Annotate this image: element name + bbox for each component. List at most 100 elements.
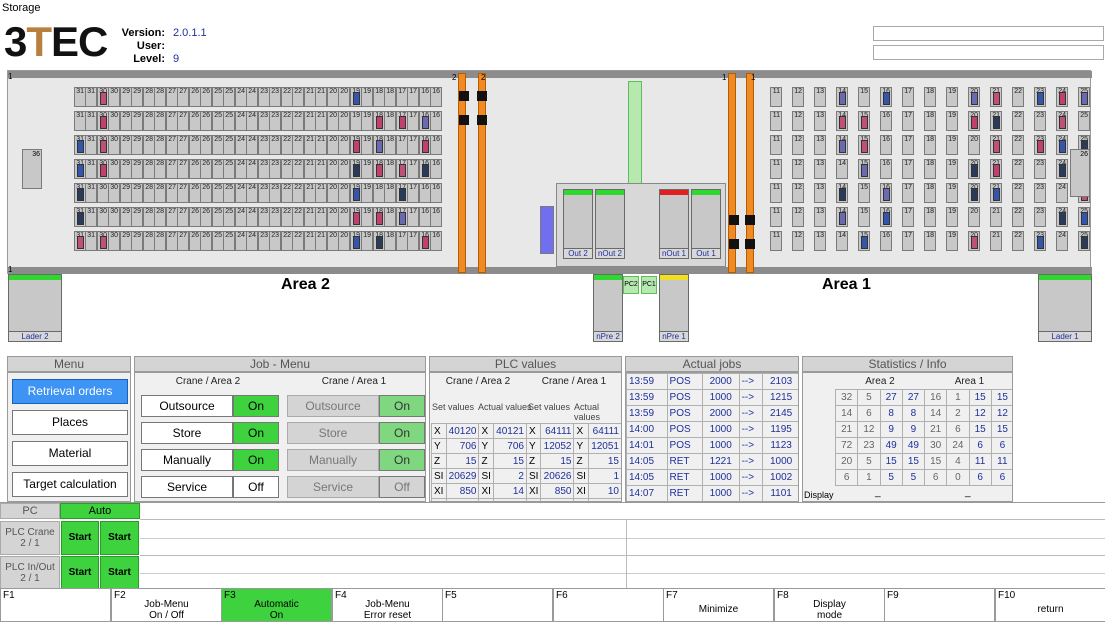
rack-cell[interactable]: 30	[108, 159, 120, 179]
rack-cell[interactable]: 16	[880, 207, 892, 227]
rack-cell[interactable]: 19	[361, 111, 373, 131]
rack-cell[interactable]: 24	[246, 135, 258, 155]
rack-cell[interactable]: 22	[1012, 111, 1024, 131]
rack-cell[interactable]: 25	[223, 231, 235, 251]
rack-cell[interactable]: 16	[880, 111, 892, 131]
rack-cell[interactable]: 31	[85, 87, 97, 107]
rack-cell[interactable]: 25	[223, 111, 235, 131]
rack-cell[interactable]: 14	[836, 231, 848, 251]
rack-cell[interactable]: 27	[177, 135, 189, 155]
rack-cell[interactable]: 12	[792, 87, 804, 107]
rack-cell[interactable]: 19	[361, 207, 373, 227]
rack-cell[interactable]: 29	[131, 183, 143, 203]
job-toggle-outsource-crane-1[interactable]: On	[379, 395, 425, 417]
rack-cell[interactable]: 17	[902, 183, 914, 203]
rack-cell[interactable]: 12	[792, 111, 804, 131]
rack-cell[interactable]: 22	[1012, 231, 1024, 251]
rack-cell[interactable]: 28	[154, 111, 166, 131]
rack-cell[interactable]: 18	[384, 111, 396, 131]
rack-cell[interactable]: 26	[200, 207, 212, 227]
rack-cell[interactable]: 21	[315, 231, 327, 251]
rack-cell[interactable]: 20	[338, 183, 350, 203]
rack-cell[interactable]: 11	[770, 111, 782, 131]
rack-cell[interactable]: 23	[1034, 111, 1046, 131]
rack-cell[interactable]: 20	[968, 159, 980, 179]
rack-cell[interactable]: 26	[200, 87, 212, 107]
rack-cell[interactable]: 16	[880, 183, 892, 203]
auto-indicator[interactable]: Auto	[60, 503, 140, 519]
rack-cell[interactable]: 22	[292, 135, 304, 155]
job-toggle-service-crane-1[interactable]: Off	[379, 476, 425, 498]
rack-cell[interactable]: 20	[338, 207, 350, 227]
rack-cell[interactable]: 12	[792, 207, 804, 227]
rack-cell[interactable]: 16	[430, 111, 442, 131]
rack-cell[interactable]: 15	[858, 87, 870, 107]
rack-cell[interactable]: 22	[292, 231, 304, 251]
job-toggle-service-crane-2[interactable]: Off	[233, 476, 279, 498]
rack-cell[interactable]: 27	[177, 111, 189, 131]
rack-cell[interactable]: 20	[338, 135, 350, 155]
rack-cell[interactable]: 17	[902, 87, 914, 107]
rack-cell[interactable]: 20	[338, 159, 350, 179]
rack-cell[interactable]: 29	[131, 207, 143, 227]
rack-cell[interactable]: 25	[1078, 231, 1090, 251]
job-toggle-manually-crane-1[interactable]: On	[379, 449, 425, 471]
rack-cell[interactable]: 21	[990, 231, 1002, 251]
fkey-f8[interactable]: F8 Display mode	[774, 588, 885, 622]
rack-cell[interactable]: 17	[902, 231, 914, 251]
rack-cell[interactable]: 18	[384, 207, 396, 227]
rack-cell[interactable]: 24	[246, 87, 258, 107]
rack-cell[interactable]: 22	[292, 111, 304, 131]
rack-cell[interactable]: 19	[946, 183, 958, 203]
rack-cell[interactable]: 13	[814, 183, 826, 203]
rack-cell[interactable]: 19	[361, 231, 373, 251]
rack-cell[interactable]: 19	[361, 183, 373, 203]
rack-cell[interactable]: 20	[338, 87, 350, 107]
rack-cell[interactable]: 18	[384, 135, 396, 155]
rack-cell[interactable]: 24	[1056, 207, 1068, 227]
end-slot-left[interactable]: 36	[22, 149, 42, 189]
rack-cell[interactable]: 25	[223, 87, 235, 107]
fkey-f10[interactable]: F10 return	[995, 588, 1105, 622]
rack-cell[interactable]: 22	[1012, 135, 1024, 155]
rack-cell[interactable]: 17	[407, 183, 419, 203]
rack-cell[interactable]: 31	[85, 135, 97, 155]
rack-cell[interactable]: 13	[814, 207, 826, 227]
rack-cell[interactable]: 15	[858, 135, 870, 155]
rack-cell[interactable]: 16	[880, 87, 892, 107]
rack-cell[interactable]: 21	[315, 183, 327, 203]
rack-cell[interactable]: 18	[384, 159, 396, 179]
rack-cell[interactable]: 27	[177, 231, 189, 251]
rack-cell[interactable]: 14	[836, 183, 848, 203]
storage-view[interactable]: 1 1 313131313131313131313131313130303030…	[7, 70, 1092, 274]
rack-cell[interactable]: 26	[200, 111, 212, 131]
rack-cell[interactable]: 18	[924, 231, 936, 251]
rack-cell[interactable]: 12	[792, 231, 804, 251]
rack-cell[interactable]: 29	[131, 231, 143, 251]
rack-cell[interactable]: 19	[946, 159, 958, 179]
rack-cell[interactable]: 31	[85, 207, 97, 227]
rack-cell[interactable]: 23	[269, 207, 281, 227]
rack-cell[interactable]: 11	[770, 183, 782, 203]
rack-cell[interactable]: 16	[880, 135, 892, 155]
fkey-f5[interactable]: F5	[442, 588, 553, 622]
rack-cell[interactable]: 18	[924, 159, 936, 179]
rack-cell[interactable]: 18	[924, 183, 936, 203]
rack-cell[interactable]: 11	[770, 207, 782, 227]
rack-cell[interactable]: 23	[269, 183, 281, 203]
rack-cell[interactable]: 23	[269, 87, 281, 107]
rack-cell[interactable]: 12	[792, 159, 804, 179]
rack-cell[interactable]: 17	[407, 87, 419, 107]
rack-cell[interactable]: 29	[131, 159, 143, 179]
rack-cell[interactable]: 17	[407, 231, 419, 251]
end-slot-right[interactable]: 26	[1070, 149, 1090, 197]
rack-cell[interactable]: 21	[315, 159, 327, 179]
rack-cell[interactable]: 22	[1012, 207, 1024, 227]
rack-cell[interactable]: 26	[200, 231, 212, 251]
rack-cell[interactable]: 21	[990, 87, 1002, 107]
rack-cell[interactable]: 20	[968, 135, 980, 155]
rack-cell[interactable]: 28	[154, 87, 166, 107]
rack-cell[interactable]: 24	[246, 231, 258, 251]
job-toggle-manually-crane-2[interactable]: On	[233, 449, 279, 471]
rack-cell[interactable]: 25	[223, 159, 235, 179]
